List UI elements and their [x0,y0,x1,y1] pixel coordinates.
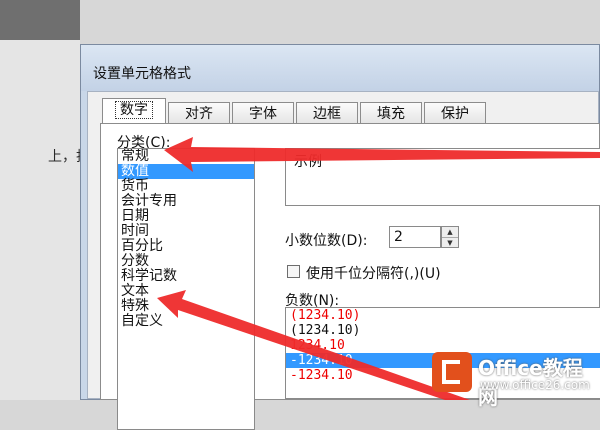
arrow-to-general-icon [164,137,600,172]
annotation-arrows [157,137,600,400]
watermark-url: www.office26.com [480,378,590,392]
arrow-to-text-icon [157,290,470,400]
watermark: Office教程网 www.office26.com [432,352,600,409]
office-logo-icon [432,352,472,392]
